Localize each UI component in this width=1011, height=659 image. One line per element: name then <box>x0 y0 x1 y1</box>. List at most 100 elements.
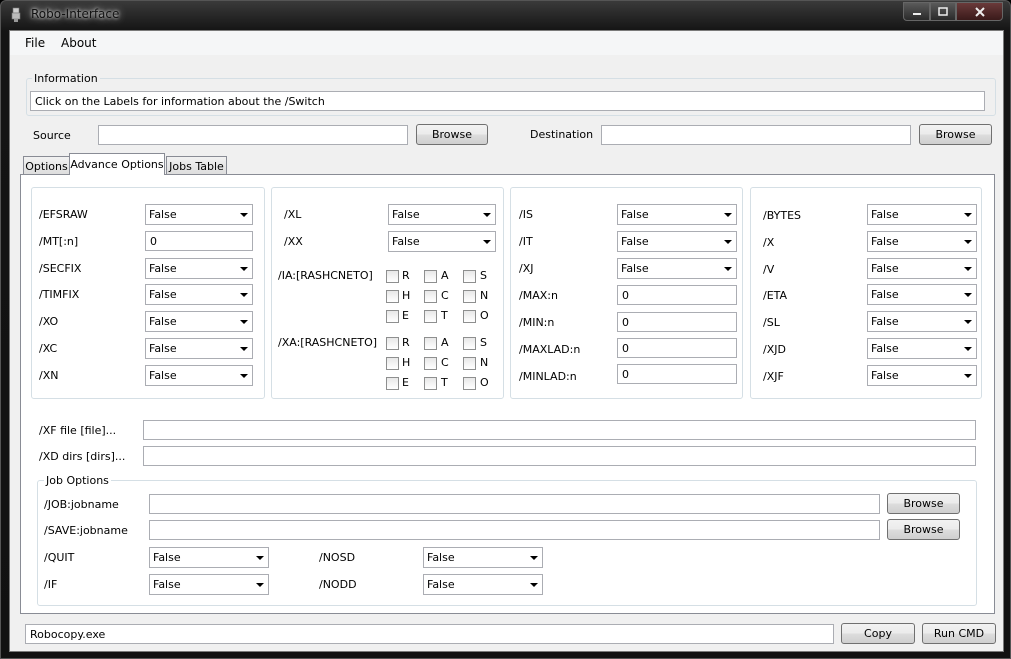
xjd-dropdown[interactable]: False <box>867 338 977 359</box>
ia-checkbox-r[interactable] <box>386 270 399 283</box>
mt-label[interactable]: /MT[:n] <box>39 235 78 248</box>
secfix-dropdown[interactable]: False <box>145 258 253 279</box>
xn-dropdown[interactable]: False <box>145 365 253 386</box>
x-dropdown[interactable]: False <box>867 231 977 252</box>
ia-checkbox-s[interactable] <box>463 270 476 283</box>
xa-checkbox-n[interactable] <box>463 357 476 370</box>
xo-label[interactable]: /XO <box>39 315 58 328</box>
maximize-button[interactable] <box>930 2 956 21</box>
xa-checkbox-h[interactable] <box>386 357 399 370</box>
nosd-label[interactable]: /NOSD <box>319 551 355 564</box>
minlad-label[interactable]: /MINLAD:n <box>519 370 577 383</box>
minlad-input[interactable]: 0 <box>617 364 737 384</box>
xj-label[interactable]: /XJ <box>519 262 534 275</box>
nosd-dropdown[interactable]: False <box>423 547 543 568</box>
xc-label[interactable]: /XC <box>39 342 57 355</box>
xa-checkbox-s[interactable] <box>463 337 476 350</box>
xd-input[interactable] <box>143 446 976 466</box>
source-browse-button[interactable]: Browse <box>416 124 488 145</box>
xf-input[interactable] <box>143 420 976 440</box>
copy-button[interactable]: Copy <box>841 623 915 644</box>
job-label[interactable]: /JOB:jobname <box>44 498 119 511</box>
xl-dropdown[interactable]: False <box>388 204 496 225</box>
timfix-label[interactable]: /TIMFIX <box>39 288 79 301</box>
efsraw-label[interactable]: /EFSRAW <box>39 208 88 221</box>
xx-label[interactable]: /XX <box>284 235 303 248</box>
xa-checkbox-r[interactable] <box>386 337 399 350</box>
tab-options[interactable]: Options <box>23 156 70 175</box>
sl-label[interactable]: /SL <box>763 316 780 329</box>
it-dropdown[interactable]: False <box>617 231 737 252</box>
efsraw-dropdown[interactable]: False <box>145 204 253 225</box>
menu-file[interactable]: File <box>25 36 45 50</box>
xn-label[interactable]: /XN <box>39 369 58 382</box>
bytes-dropdown[interactable]: False <box>867 204 977 225</box>
xj-dropdown[interactable]: False <box>617 258 737 279</box>
xa-label[interactable]: /XA:[RASHCNETO] <box>278 336 377 349</box>
xc-dropdown[interactable]: False <box>145 338 253 359</box>
max-label[interactable]: /MAX:n <box>519 289 558 302</box>
is-dropdown[interactable]: False <box>617 204 737 225</box>
xa-checkbox-t[interactable] <box>424 377 437 390</box>
mt-input[interactable]: 0 <box>145 231 253 251</box>
close-button[interactable] <box>956 2 1003 21</box>
tab-advance-options[interactable]: Advance Options <box>69 153 165 175</box>
xx-dropdown[interactable]: False <box>388 231 496 252</box>
eta-label[interactable]: /ETA <box>763 289 787 302</box>
max-input[interactable]: 0 <box>617 285 737 305</box>
timfix-dropdown[interactable]: False <box>145 284 253 305</box>
v-label[interactable]: /V <box>763 263 774 276</box>
save-label[interactable]: /SAVE:jobname <box>44 524 128 537</box>
min-input[interactable]: 0 <box>617 312 737 332</box>
xa-checkbox-e[interactable] <box>386 377 399 390</box>
xf-label[interactable]: /XF file [file]... <box>39 424 116 437</box>
run-cmd-button[interactable]: Run CMD <box>922 623 996 644</box>
ia-checkbox-c[interactable] <box>424 290 437 303</box>
save-browse-button[interactable]: Browse <box>887 519 960 540</box>
title-bar[interactable]: Robo-Interface <box>1 1 1010 29</box>
xjf-label[interactable]: /XJF <box>763 370 784 383</box>
xa-checkbox-c[interactable] <box>424 357 437 370</box>
xo-dropdown[interactable]: False <box>145 311 253 332</box>
xd-label[interactable]: /XD dirs [dirs]... <box>39 450 125 463</box>
source-input[interactable] <box>98 125 408 145</box>
min-label[interactable]: /MIN:n <box>519 316 554 329</box>
ia-label[interactable]: /IA:[RASHCNETO] <box>278 269 373 282</box>
xjf-dropdown[interactable]: False <box>867 365 977 386</box>
xjd-label[interactable]: /XJD <box>763 343 786 356</box>
ia-checkbox-a[interactable] <box>424 270 437 283</box>
ia-checkbox-n[interactable] <box>463 290 476 303</box>
job-browse-button[interactable]: Browse <box>887 493 960 514</box>
destination-browse-button[interactable]: Browse <box>919 124 992 145</box>
if-label[interactable]: /IF <box>44 578 57 591</box>
sl-dropdown[interactable]: False <box>867 311 977 332</box>
maxlad-input[interactable]: 0 <box>617 338 737 358</box>
source-label[interactable]: Source <box>33 129 71 142</box>
ia-checkbox-o[interactable] <box>463 310 476 323</box>
nodd-label[interactable]: /NODD <box>319 578 357 591</box>
quit-dropdown[interactable]: False <box>149 547 269 568</box>
destination-label[interactable]: Destination <box>530 128 593 141</box>
quit-label[interactable]: /QUIT <box>44 551 74 564</box>
v-dropdown[interactable]: False <box>867 258 977 279</box>
save-input[interactable] <box>149 520 880 540</box>
ia-checkbox-t[interactable] <box>424 310 437 323</box>
maxlad-label[interactable]: /MAXLAD:n <box>519 343 580 356</box>
ia-checkbox-h[interactable] <box>386 290 399 303</box>
menu-about[interactable]: About <box>61 36 96 50</box>
it-label[interactable]: /IT <box>519 235 533 248</box>
minimize-button[interactable] <box>903 2 930 21</box>
xa-checkbox-o[interactable] <box>463 377 476 390</box>
ia-checkbox-e[interactable] <box>386 310 399 323</box>
xa-checkbox-a[interactable] <box>424 337 437 350</box>
eta-dropdown[interactable]: False <box>867 284 977 305</box>
destination-input[interactable] <box>601 125 911 145</box>
if-dropdown[interactable]: False <box>149 574 269 595</box>
is-label[interactable]: /IS <box>519 208 533 221</box>
tab-jobs-table[interactable]: Jobs Table <box>166 156 227 175</box>
xl-label[interactable]: /XL <box>284 208 301 221</box>
bytes-label[interactable]: /BYTES <box>763 209 801 222</box>
secfix-label[interactable]: /SECFIX <box>39 262 81 275</box>
job-input[interactable] <box>149 494 880 514</box>
x-label[interactable]: /X <box>763 236 774 249</box>
